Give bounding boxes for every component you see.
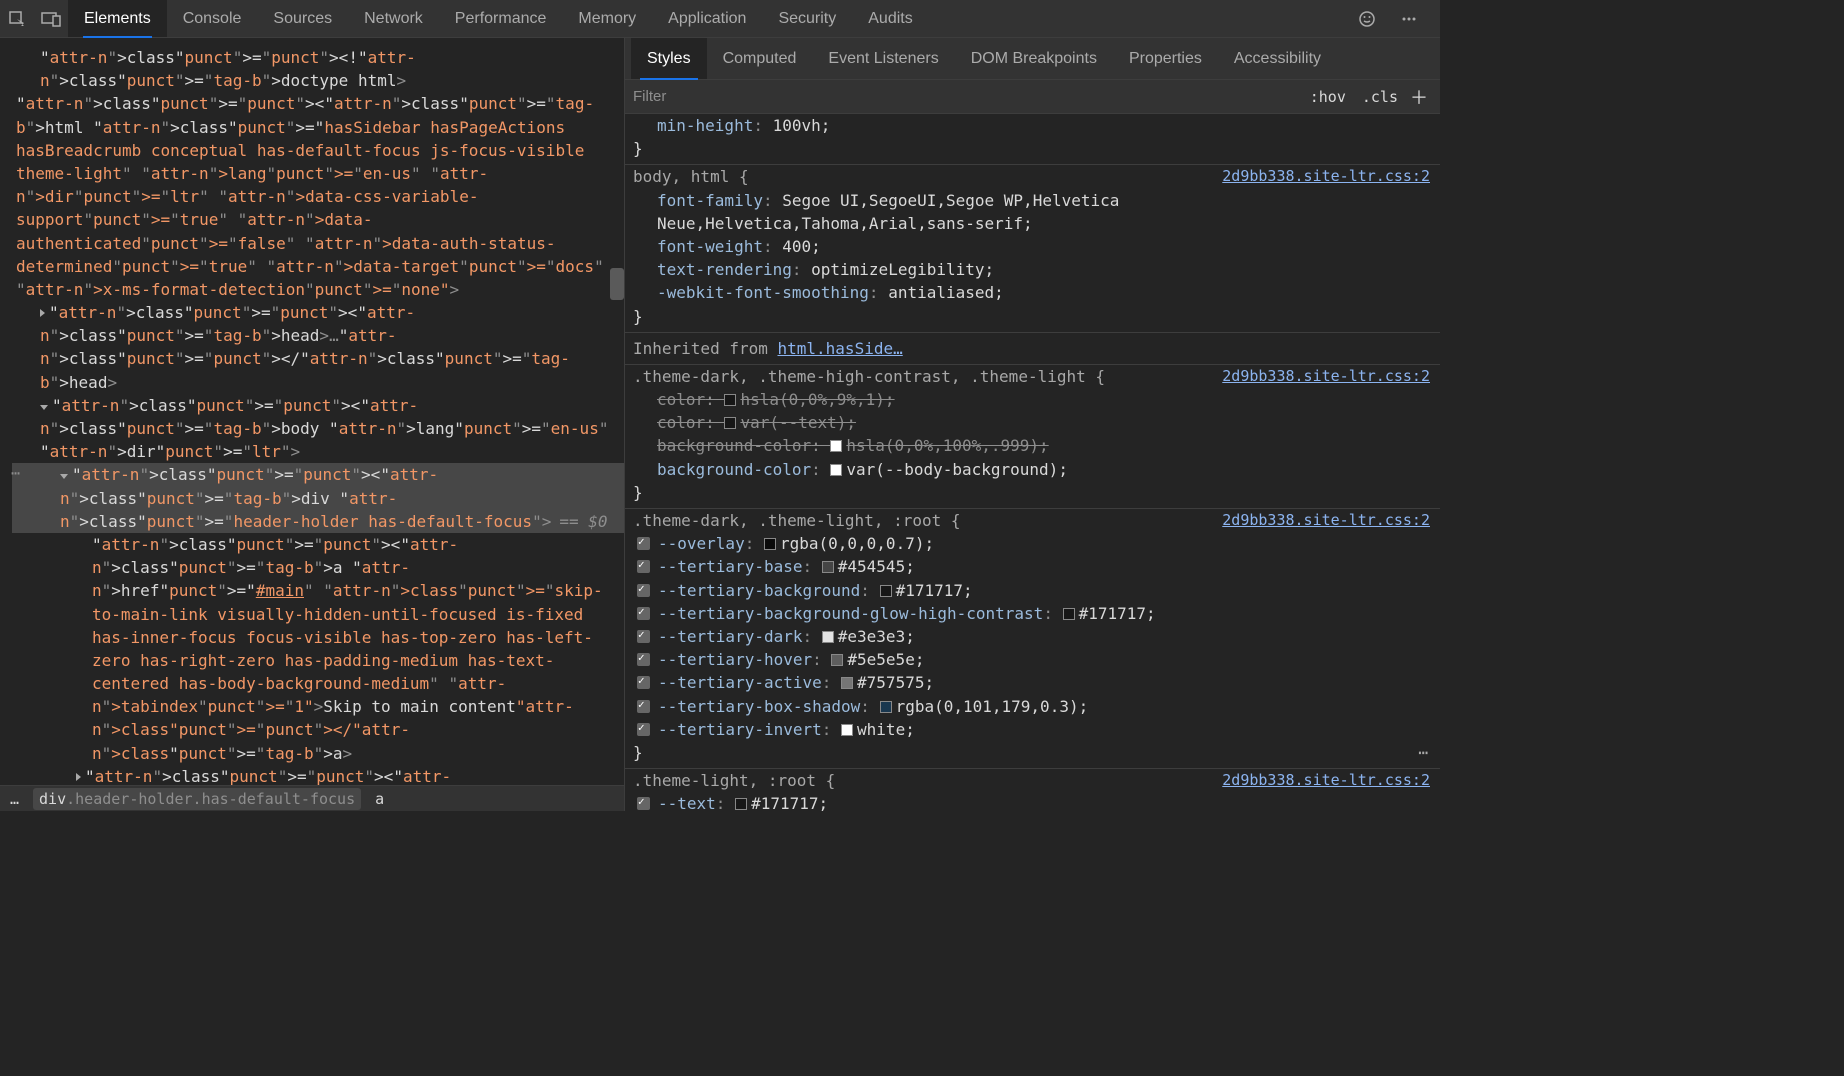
filter-bar: :hov .cls ＋: [625, 80, 1440, 114]
tab-security[interactable]: Security: [762, 0, 852, 37]
more-icon[interactable]: ⋯: [1418, 741, 1430, 764]
elements-panel: "attr-n">class"punct">="punct"><!"attr-n…: [0, 38, 625, 811]
new-style-rule-button[interactable]: ＋: [1406, 84, 1432, 110]
more-icon[interactable]: [1392, 0, 1426, 38]
breadcrumb[interactable]: … div.header-holder.has-default-focus a: [0, 785, 624, 811]
dom-tree[interactable]: "attr-n">class"punct">="punct"><!"attr-n…: [0, 38, 624, 785]
source-link[interactable]: 2d9bb338.site-ltr.css:2: [1222, 510, 1430, 532]
dom-node[interactable]: "attr-n">class"punct">="punct"><"attr-n"…: [12, 394, 624, 464]
tab-application[interactable]: Application: [652, 0, 762, 37]
dom-node[interactable]: "attr-n">class"punct">="punct"><!"attr-n…: [12, 46, 624, 92]
crumb-next[interactable]: a: [375, 790, 384, 808]
styles-rules[interactable]: min-height: 100vh;}2d9bb338.site-ltr.css…: [625, 114, 1440, 811]
dom-node[interactable]: "attr-n">class"punct">="punct"><"attr-n"…: [12, 92, 624, 301]
side-tab-event-listeners[interactable]: Event Listeners: [812, 38, 954, 79]
crumb-ellipsis[interactable]: …: [10, 790, 19, 808]
hov-toggle[interactable]: :hov: [1302, 88, 1354, 106]
tab-elements[interactable]: Elements: [68, 0, 167, 37]
tab-sources[interactable]: Sources: [257, 0, 348, 37]
feedback-icon[interactable]: [1350, 0, 1384, 38]
main-toolbar: ElementsConsoleSourcesNetworkPerformance…: [0, 0, 1440, 38]
cls-toggle[interactable]: .cls: [1354, 88, 1406, 106]
dom-node[interactable]: "attr-n">class"punct">="punct"><"attr-n"…: [12, 463, 624, 533]
side-tab-styles[interactable]: Styles: [631, 38, 707, 79]
tab-console[interactable]: Console: [167, 0, 258, 37]
inherit-link[interactable]: html.hasSide…: [778, 339, 903, 358]
tab-audits[interactable]: Audits: [852, 0, 928, 37]
main-tabs: ElementsConsoleSourcesNetworkPerformance…: [68, 0, 929, 37]
css-rule[interactable]: 2d9bb338.site-ltr.css:2.theme-light, :ro…: [625, 769, 1440, 811]
dom-node[interactable]: "attr-n">class"punct">="punct"><"attr-n"…: [12, 301, 624, 394]
css-rule[interactable]: 2d9bb338.site-ltr.css:2.theme-dark, .the…: [625, 509, 1440, 769]
crumb-current[interactable]: div.header-holder.has-default-focus: [33, 788, 361, 810]
source-link[interactable]: 2d9bb338.site-ltr.css:2: [1222, 770, 1430, 792]
scrollbar-thumb[interactable]: [610, 268, 624, 300]
styles-filter-input[interactable]: [633, 88, 1302, 105]
css-rule[interactable]: min-height: 100vh;}: [625, 114, 1440, 165]
inherited-from: Inherited from html.hasSide…: [625, 333, 1440, 365]
side-tabs: StylesComputedEvent ListenersDOM Breakpo…: [625, 38, 1440, 80]
side-tab-accessibility[interactable]: Accessibility: [1218, 38, 1337, 79]
tab-performance[interactable]: Performance: [439, 0, 563, 37]
dom-node[interactable]: "attr-n">class"punct">="punct"><"attr-n"…: [12, 765, 624, 785]
device-toggle-icon[interactable]: [34, 0, 68, 38]
side-tab-dom-breakpoints[interactable]: DOM Breakpoints: [955, 38, 1113, 79]
inspect-icon[interactable]: [0, 0, 34, 38]
dom-node[interactable]: "attr-n">class"punct">="punct"><"attr-n"…: [12, 533, 624, 765]
css-rule[interactable]: 2d9bb338.site-ltr.css:2body, html {font-…: [625, 165, 1440, 332]
tab-network[interactable]: Network: [348, 0, 439, 37]
source-link[interactable]: 2d9bb338.site-ltr.css:2: [1222, 366, 1430, 388]
inspect-controls: [0, 0, 68, 38]
side-tab-computed[interactable]: Computed: [707, 38, 813, 79]
side-tab-properties[interactable]: Properties: [1113, 38, 1218, 79]
tab-memory[interactable]: Memory: [562, 0, 652, 37]
styles-panel: StylesComputedEvent ListenersDOM Breakpo…: [625, 38, 1440, 811]
css-rule[interactable]: 2d9bb338.site-ltr.css:2.theme-dark, .the…: [625, 365, 1440, 509]
source-link[interactable]: 2d9bb338.site-ltr.css:2: [1222, 166, 1430, 188]
